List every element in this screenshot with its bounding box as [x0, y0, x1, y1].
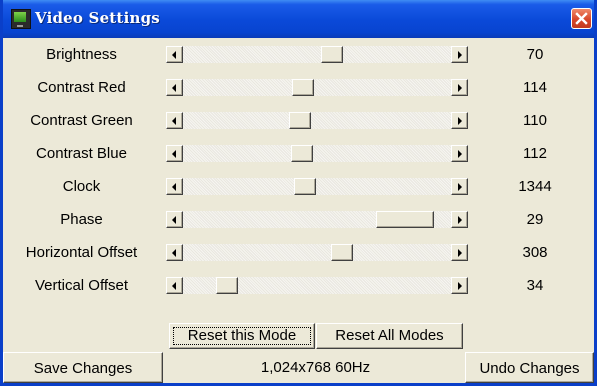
slider-thumb[interactable] [289, 112, 311, 129]
setting-label: Clock [62, 178, 101, 195]
setting-slider[interactable] [166, 244, 468, 261]
arrow-right-icon [458, 183, 462, 191]
arrow-left-icon [172, 150, 176, 158]
setting-label: Contrast Blue [36, 145, 127, 162]
setting-value: 110 [523, 112, 547, 129]
setting-label: Contrast Red [37, 79, 126, 96]
slider-thumb[interactable] [216, 277, 238, 294]
setting-value: 29 [526, 211, 544, 228]
slider-increase-button[interactable] [451, 145, 468, 162]
setting-label: Brightness [46, 46, 117, 63]
setting-row: Vertical Offset 34 [3, 269, 594, 302]
slider-decrease-button[interactable] [166, 112, 183, 129]
save-changes-button[interactable]: Save Changes [3, 352, 163, 383]
slider-increase-button[interactable] [451, 112, 468, 129]
setting-slider[interactable] [166, 46, 468, 63]
slider-increase-button[interactable] [451, 211, 468, 228]
slider-thumb[interactable] [294, 178, 316, 195]
video-settings-window: Video Settings Brightness 70 Contrast Red 1… [0, 0, 597, 386]
slider-increase-button[interactable] [451, 178, 468, 195]
title-bar[interactable]: Video Settings [3, 0, 594, 38]
setting-row: Contrast Green 110 [3, 104, 594, 137]
slider-decrease-button[interactable] [166, 79, 183, 96]
slider-decrease-button[interactable] [166, 211, 183, 228]
setting-row: Phase 29 [3, 203, 594, 236]
setting-slider[interactable] [166, 145, 468, 162]
arrow-left-icon [172, 51, 176, 59]
slider-increase-button[interactable] [451, 79, 468, 96]
close-button[interactable] [571, 8, 592, 29]
footer-bar: Save Changes 1,024x768 60Hz Undo Changes [3, 352, 594, 383]
slider-thumb[interactable] [292, 79, 314, 96]
slider-thumb[interactable] [331, 244, 353, 261]
arrow-right-icon [458, 216, 462, 224]
setting-value: 1344 [518, 178, 552, 195]
reset-all-modes-button[interactable]: Reset All Modes [316, 323, 463, 349]
arrow-left-icon [172, 117, 176, 125]
resolution-display: 1,024x768 60Hz [260, 359, 371, 376]
arrow-left-icon [172, 216, 176, 224]
slider-decrease-button[interactable] [166, 244, 183, 261]
arrow-left-icon [172, 84, 176, 92]
setting-value: 112 [523, 145, 547, 162]
slider-decrease-button[interactable] [166, 46, 183, 63]
slider-increase-button[interactable] [451, 244, 468, 261]
arrow-right-icon [458, 51, 462, 59]
setting-slider[interactable] [166, 178, 468, 195]
setting-label: Contrast Green [30, 112, 133, 129]
slider-thumb[interactable] [291, 145, 313, 162]
undo-changes-button[interactable]: Undo Changes [465, 352, 594, 383]
setting-slider[interactable] [166, 112, 468, 129]
slider-decrease-button[interactable] [166, 277, 183, 294]
setting-slider[interactable] [166, 277, 468, 294]
slider-increase-button[interactable] [451, 46, 468, 63]
arrow-right-icon [458, 84, 462, 92]
arrow-right-icon [458, 150, 462, 158]
slider-increase-button[interactable] [451, 277, 468, 294]
setting-value: 308 [522, 244, 548, 261]
setting-row: Horizontal Offset 308 [3, 236, 594, 269]
arrow-left-icon [172, 249, 176, 257]
setting-value: 114 [523, 79, 547, 96]
setting-row: Brightness 70 [3, 38, 594, 71]
setting-row: Contrast Blue 112 [3, 137, 594, 170]
setting-label: Vertical Offset [34, 277, 129, 294]
slider-decrease-button[interactable] [166, 178, 183, 195]
setting-row: Contrast Red 114 [3, 71, 594, 104]
reset-this-mode-button[interactable]: Reset this Mode [169, 323, 315, 349]
arrow-left-icon [172, 183, 176, 191]
monitor-icon [11, 9, 31, 29]
setting-slider[interactable] [166, 211, 468, 228]
arrow-left-icon [172, 282, 176, 290]
setting-label: Horizontal Offset [25, 244, 138, 261]
setting-row: Clock 1344 [3, 170, 594, 203]
setting-value: 70 [526, 46, 544, 63]
slider-thumb[interactable] [321, 46, 343, 63]
arrow-right-icon [458, 117, 462, 125]
arrow-right-icon [458, 282, 462, 290]
slider-decrease-button[interactable] [166, 145, 183, 162]
close-icon [575, 12, 588, 25]
setting-value: 34 [526, 277, 544, 294]
arrow-right-icon [458, 249, 462, 257]
setting-slider[interactable] [166, 79, 468, 96]
window-title: Video Settings [35, 9, 160, 27]
slider-thumb[interactable] [376, 211, 434, 228]
setting-label: Phase [60, 211, 103, 228]
